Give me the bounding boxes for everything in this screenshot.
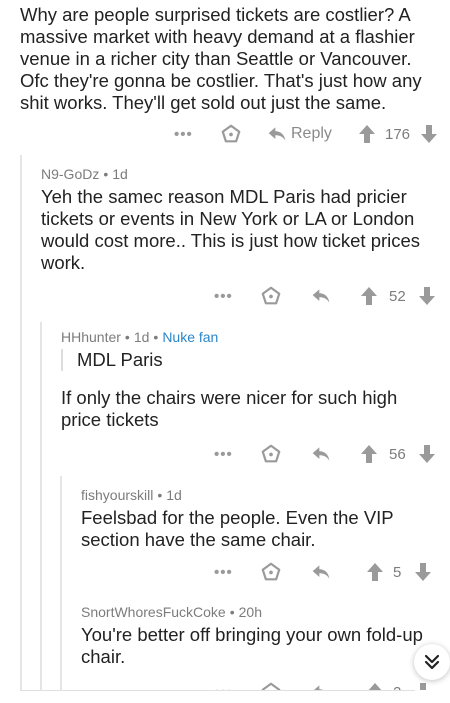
upvote-icon[interactable]: [366, 680, 384, 690]
comment-author[interactable]: fishyourskill: [81, 487, 153, 503]
meta-separator: •: [157, 487, 163, 503]
vote-score: 56: [389, 445, 406, 463]
comment-0: Why are people surprised tickets are cos…: [20, 4, 440, 114]
comment-time: 20h: [238, 604, 262, 620]
vote-score: 52: [389, 287, 406, 305]
downvote-icon[interactable]: [414, 560, 432, 584]
comment-body: Why are people surprised tickets are cos…: [20, 4, 422, 113]
reply-icon[interactable]: [311, 284, 331, 308]
comment-time: 1d: [166, 487, 182, 503]
reply-label: Reply: [291, 125, 332, 142]
comment-actions: ••• 5: [80, 560, 440, 584]
chevron-double-down-icon: [423, 653, 441, 671]
thread-rail-1: [20, 155, 22, 690]
more-options-icon[interactable]: •••: [214, 284, 233, 308]
clipped-actions-container: ••• 2: [0, 678, 450, 690]
comment-meta: N9-GoDz • 1d: [41, 166, 441, 182]
thread-rail-3: [60, 476, 62, 690]
comment-3: fishyourskill • 1d Feelsbad for the people…: [81, 487, 441, 551]
thread-rail-2: [40, 322, 42, 690]
comment-body: If only the chairs were nicer for such h…: [61, 387, 398, 430]
comment-body: Yeh the samec reason MDL Paris had prici…: [41, 186, 421, 273]
upvote-icon[interactable]: [358, 122, 376, 146]
comment-body: Feelsbad for the people. Even the VIP se…: [81, 507, 394, 550]
upvote-icon[interactable]: [360, 442, 378, 466]
vote-score: 2: [393, 680, 401, 691]
comment-actions: ••• 2: [80, 680, 440, 690]
comment-actions: ••• 52: [40, 284, 440, 308]
save-icon[interactable]: [260, 284, 282, 308]
downvote-icon[interactable]: [420, 122, 438, 146]
comment-author[interactable]: N9-GoDz: [41, 166, 99, 182]
meta-separator: •: [229, 604, 235, 620]
meta-separator: •: [153, 329, 159, 345]
save-icon[interactable]: [260, 680, 282, 690]
upvote-icon[interactable]: [360, 284, 378, 308]
user-flair: Nuke fan: [162, 329, 219, 345]
comment-meta: SnortWhoresFuckCoke • 20h: [81, 604, 441, 620]
comment-time: 1d: [133, 329, 150, 345]
comment-4: SnortWhoresFuckCoke • 20h You're better of…: [81, 604, 441, 668]
comment-body: You're better off bringing your own fold…: [81, 624, 423, 667]
comment-author[interactable]: HHhunter: [61, 329, 121, 345]
downvote-icon[interactable]: [418, 442, 436, 466]
more-options-icon[interactable]: •••: [214, 442, 233, 466]
upvote-icon[interactable]: [366, 560, 384, 584]
reply-icon: [267, 125, 287, 143]
downvote-icon[interactable]: [418, 284, 436, 308]
comment-1: N9-GoDz • 1d Yeh the samec reason MDL Pari…: [41, 166, 441, 274]
reply-button[interactable]: Reply: [267, 122, 332, 146]
comment-actions: ••• 56: [60, 442, 440, 466]
more-options-icon[interactable]: •••: [174, 122, 193, 146]
reply-icon[interactable]: [311, 680, 331, 690]
more-options-icon[interactable]: •••: [214, 560, 233, 584]
vote-score: 5: [393, 563, 402, 581]
save-icon[interactable]: [220, 122, 242, 146]
downvote-icon[interactable]: [414, 680, 432, 690]
divider: [20, 690, 415, 691]
comment-quote: MDL Paris: [61, 349, 441, 371]
reply-icon[interactable]: [311, 442, 331, 466]
comment-time: 1d: [112, 166, 128, 182]
comment-meta: HHhunter • 1d • Nuke fan: [61, 329, 441, 345]
scroll-to-next-button[interactable]: [414, 644, 450, 680]
comment-actions: ••• Reply 176: [20, 122, 445, 146]
comment-author[interactable]: SnortWhoresFuckCoke: [81, 604, 226, 620]
meta-separator: •: [103, 166, 109, 182]
save-icon[interactable]: [260, 442, 282, 466]
vote-score: 176: [385, 125, 411, 143]
comment-meta: fishyourskill • 1d: [81, 487, 441, 503]
meta-separator: •: [124, 329, 130, 345]
save-icon[interactable]: [260, 560, 282, 584]
comment-2: HHhunter • 1d • Nuke fan MDL Paris If only t…: [61, 329, 441, 431]
more-options-icon[interactable]: •••: [214, 680, 233, 691]
reply-icon[interactable]: [311, 560, 331, 584]
